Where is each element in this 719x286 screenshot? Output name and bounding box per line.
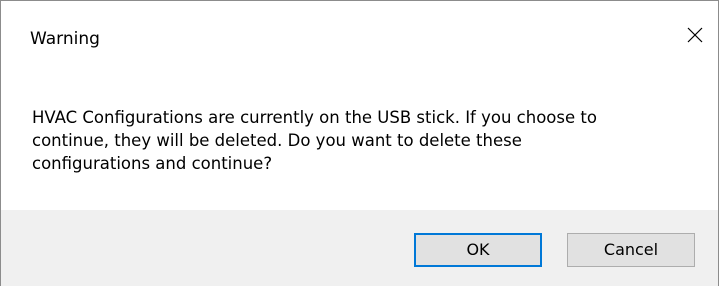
message-line-1: HVAC Configurations are currently on the… [32,108,597,127]
close-icon [687,27,703,43]
close-button[interactable] [672,15,718,55]
warning-dialog: Warning HVAC Configurations are currentl… [0,0,719,286]
ok-button[interactable]: OK [414,233,542,267]
dialog-title: Warning [30,29,100,49]
message-line-2: continue, they will be deleted. Do you w… [32,131,522,150]
title-bar: Warning [1,1,718,79]
button-bar: OK Cancel [1,210,718,286]
warning-message: HVAC Configurations are currently on the… [32,106,692,175]
message-line-3: configurations and continue? [32,154,273,173]
cancel-button[interactable]: Cancel [567,233,695,267]
